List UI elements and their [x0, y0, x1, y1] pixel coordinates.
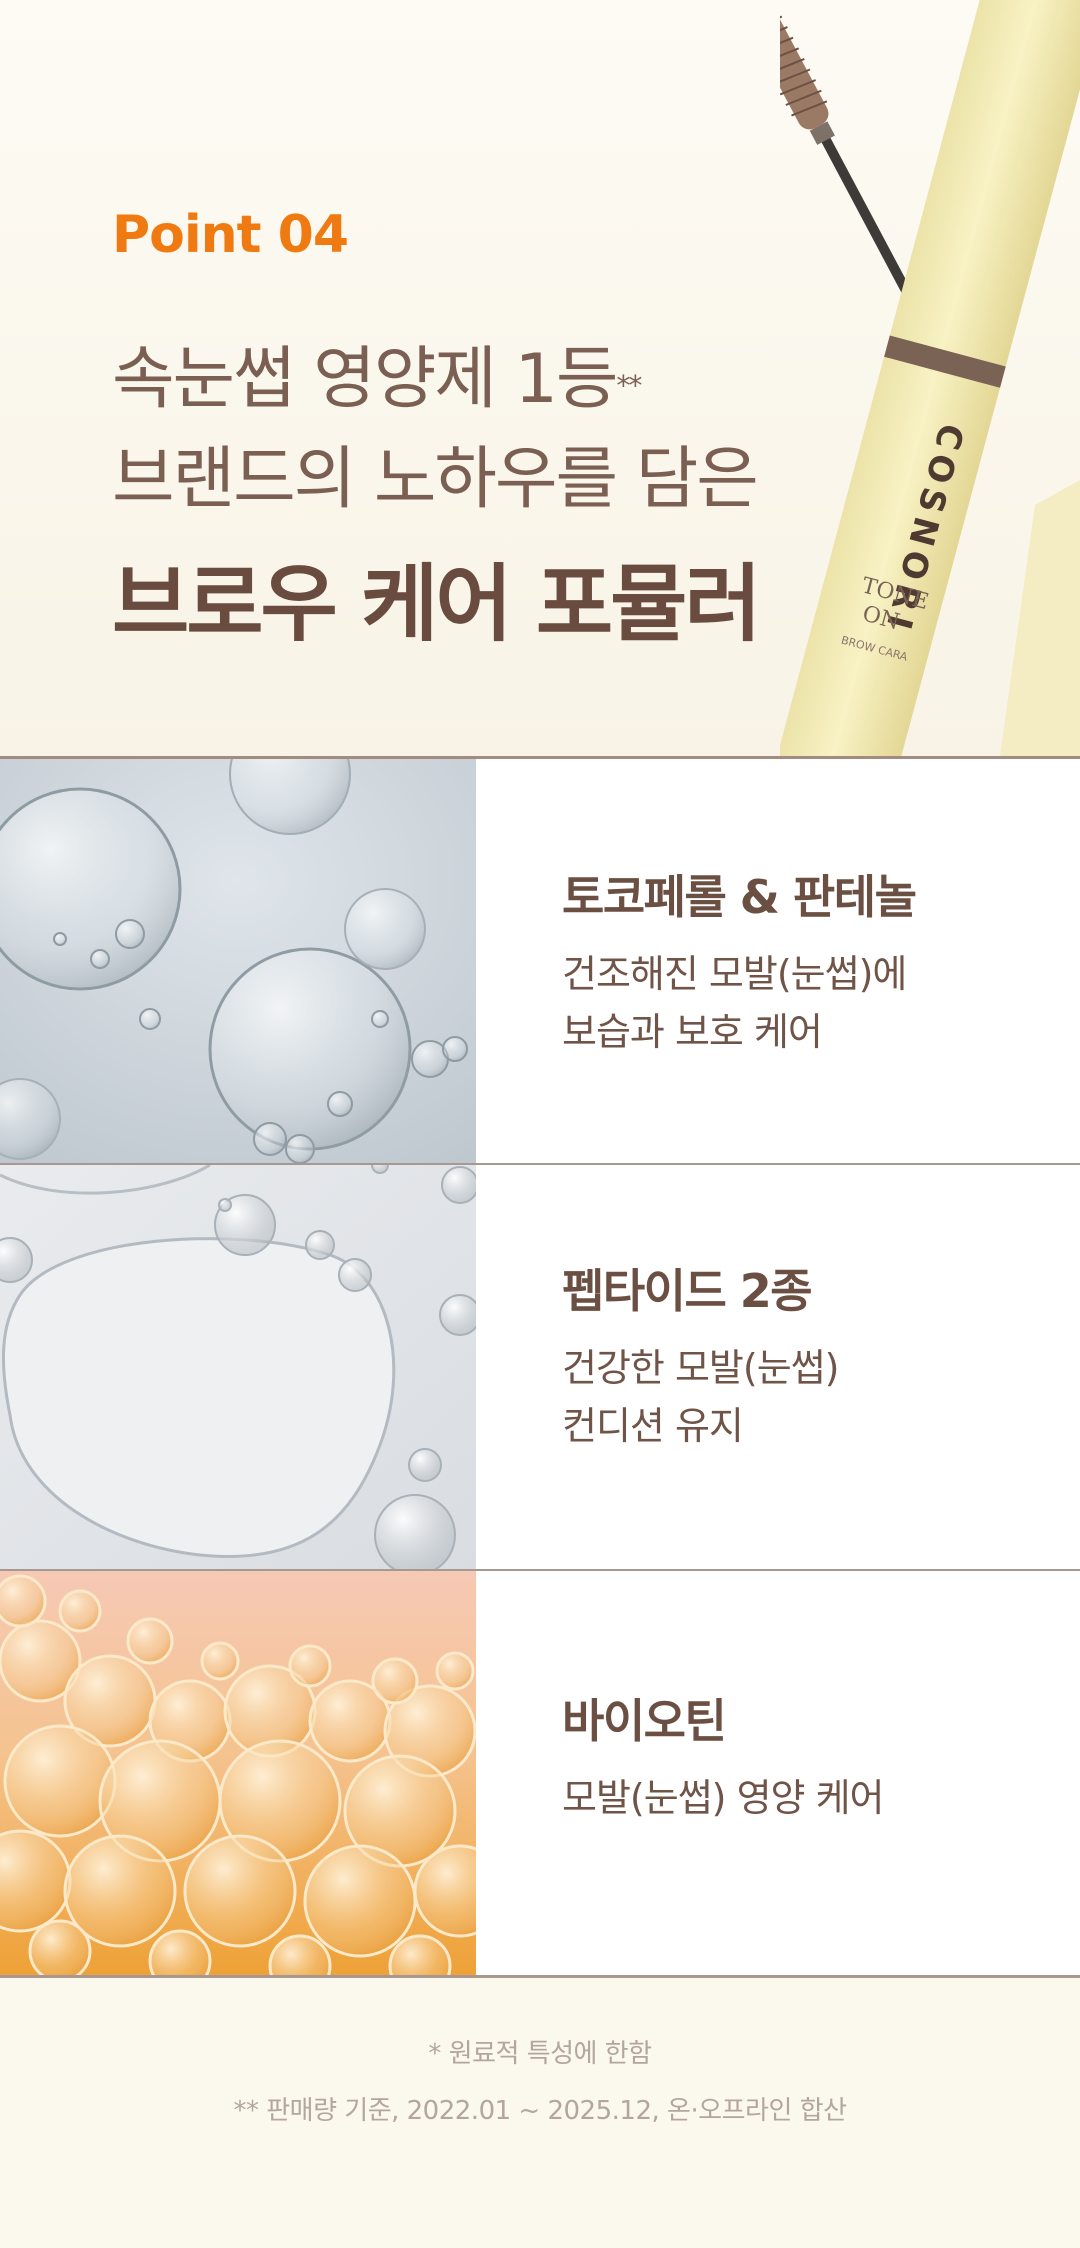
foam-bubbles-image — [0, 1571, 476, 1975]
ingredient-desc: 건조해진 모발(눈썹)에 보습과 보호 케어 — [562, 945, 1062, 1061]
footnote-2: ** 판매량 기준, 2022.01 ~ 2025.12, 온·오프라인 합산 — [233, 2096, 847, 2126]
headline-strong: 브로우 케어 포뮬러 — [112, 555, 762, 653]
ingredient-desc-line: 보습과 보호 케어 — [562, 1010, 823, 1054]
ingredient-text-2: 펩타이드 2종 건강한 모발(눈썹) 컨디션 유지 — [562, 1255, 1062, 1455]
ingredient-desc-line: 건조해진 모발(눈썹)에 — [562, 952, 907, 996]
headline: 속눈썹 영양제 1등** 브랜드의 노하우를 담은 브로우 케어 포뮬러 — [112, 330, 832, 664]
ingredient-row-2: 펩타이드 2종 건강한 모발(눈썹) 컨디션 유지 — [0, 1165, 1080, 1569]
ingredient-desc-line: 건강한 모발(눈썹) — [562, 1346, 839, 1390]
ingredient-text-3: 바이오틴 모발(눈썹) 영양 케어 — [562, 1685, 1062, 1827]
ingredient-title: 펩타이드 2종 — [562, 1264, 813, 1318]
headline-line-2: 브랜드의 노하우를 담은 — [112, 440, 759, 519]
ingredient-text-1: 토코페롤 & 판테놀 건조해진 모발(눈썹)에 보습과 보호 케어 — [562, 861, 1062, 1061]
ingredient-desc-line: 컨디션 유지 — [562, 1404, 744, 1448]
ingredient-title: 바이오틴 — [562, 1694, 727, 1748]
ingredient-desc: 건강한 모발(눈썹) 컨디션 유지 — [562, 1339, 1062, 1455]
footnote-1: * 원료적 특성에 한함 — [428, 2039, 652, 2069]
water-bubbles-image — [0, 759, 476, 1163]
gel-drop-image — [0, 1165, 476, 1569]
point-label: Point 04 — [112, 205, 349, 265]
footnotes-section: * 원료적 특성에 한함 ** 판매량 기준, 2022.01 ~ 2025.1… — [0, 1978, 1080, 2248]
ingredient-row-3: 바이오틴 모발(눈썹) 영양 케어 — [0, 1571, 1080, 1975]
footnote-mark: ** — [616, 369, 642, 402]
headline-line-1: 속눈썹 영양제 1등** — [112, 330, 832, 430]
ingredient-desc-line: 모발(눈썹) 영양 케어 — [562, 1776, 885, 1820]
headline-line-1-text: 속눈썹 영양제 1등 — [112, 340, 618, 419]
ingredient-desc: 모발(눈썹) 영양 케어 — [562, 1769, 1062, 1827]
hero-section: Point 04 속눈썹 영양제 1등** 브랜드의 노하우를 담은 브로우 케… — [0, 0, 1080, 756]
ingredient-row-1: 토코페롤 & 판테놀 건조해진 모발(눈썹)에 보습과 보호 케어 — [0, 759, 1080, 1163]
product-image: COSNORI TONE ON BROW CARA — [780, 0, 1080, 756]
ingredient-title: 토코페롤 & 판테놀 — [562, 870, 917, 924]
